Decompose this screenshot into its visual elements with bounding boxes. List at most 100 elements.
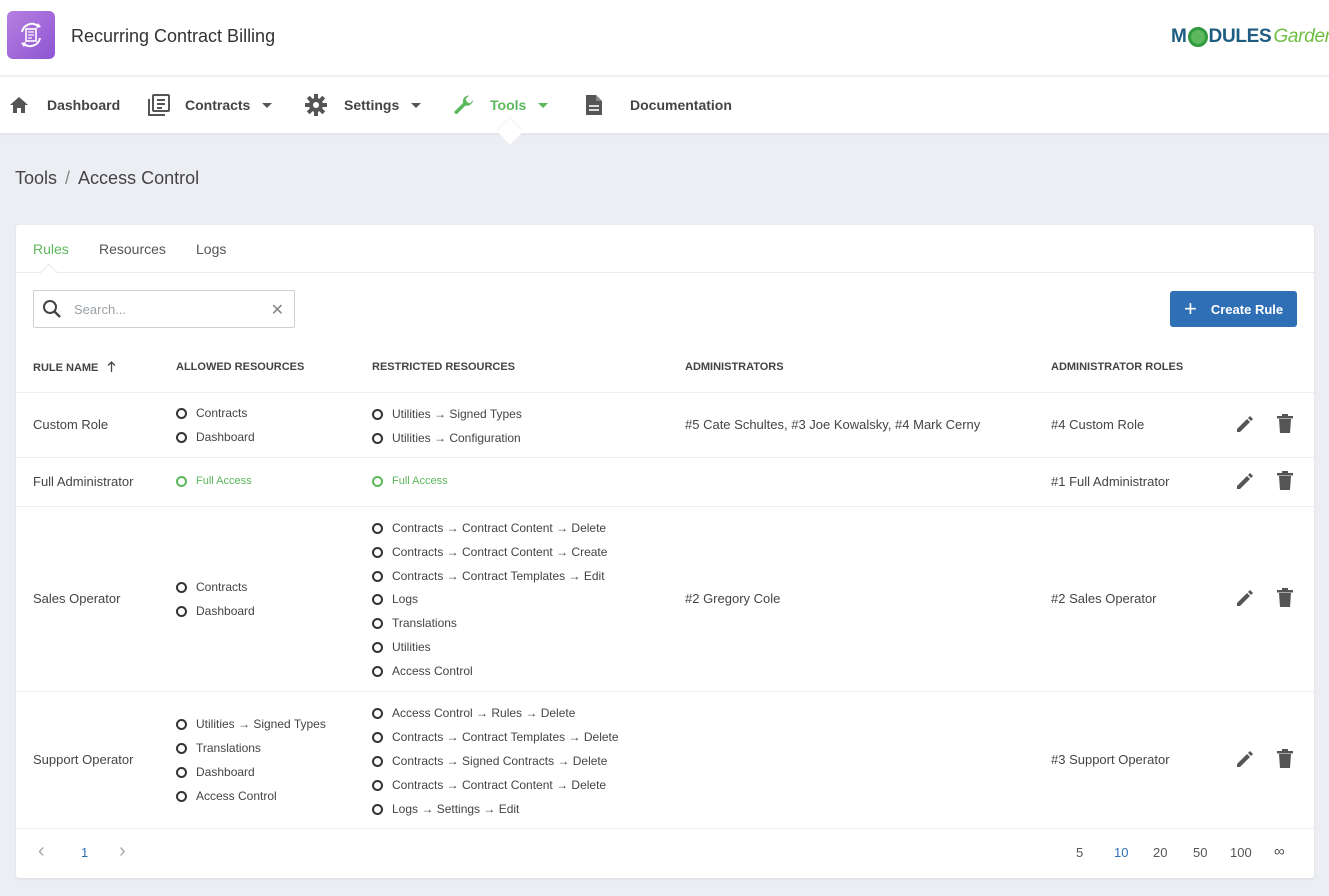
allowed-resource: Contracts	[176, 580, 247, 594]
pagination-next-icon[interactable]: ›	[119, 840, 126, 863]
nav-dashboard[interactable]: Dashboard	[9, 77, 120, 133]
circle-icon	[372, 755, 383, 767]
modulesgarden-logo[interactable]: M DULES Garden	[1171, 24, 1329, 50]
circle-icon	[176, 766, 187, 778]
nav-documentation[interactable]: Documentation	[585, 77, 732, 133]
restricted-resource-label: Contracts → Contract Content → Create	[392, 545, 608, 559]
circle-icon	[176, 581, 187, 593]
pagination-prev-icon[interactable]: ‹	[38, 840, 45, 863]
edit-icon[interactable]	[1235, 749, 1255, 769]
logo-text-dules: DULES	[1208, 26, 1272, 47]
circle-icon	[176, 431, 187, 443]
search-icon	[42, 299, 62, 319]
allowed-resource: Translations	[176, 741, 261, 755]
wrench-icon	[452, 93, 476, 117]
restricted-resource: Utilities → Configuration	[372, 431, 521, 445]
create-rule-label: Create Rule	[1210, 301, 1284, 317]
administrator-role: #2 Sales Operator	[1051, 591, 1157, 606]
restricted-resource: Contracts → Contract Content → Delete	[372, 521, 606, 535]
breadcrumb: Tools / Access Control	[15, 168, 199, 189]
delete-icon[interactable]	[1277, 414, 1293, 433]
chevron-down-icon	[262, 102, 273, 108]
allowed-resource: Dashboard	[176, 430, 255, 444]
page-size-option[interactable]: 5	[1076, 845, 1083, 860]
tab-resources[interactable]: Resources	[99, 241, 166, 257]
nav-contracts[interactable]: Contracts	[148, 77, 273, 133]
edit-icon[interactable]	[1235, 588, 1255, 608]
breadcrumb-parent[interactable]: Tools	[15, 168, 57, 188]
nav-dashboard-label: Dashboard	[47, 97, 121, 113]
clear-search-icon[interactable]: ✕	[271, 300, 284, 320]
rules-card: Rules Resources Logs ✕ + Create Rule RUL…	[16, 225, 1314, 878]
restricted-resource: Access Control	[372, 664, 473, 678]
circle-icon	[372, 779, 383, 791]
circle-icon	[372, 546, 383, 558]
page-size-option[interactable]: 100	[1230, 845, 1252, 860]
nav-settings[interactable]: Settings	[305, 77, 422, 133]
app-logo-icon[interactable]	[7, 11, 55, 59]
column-header-rule-name-label: RULE NAME	[33, 362, 99, 374]
allowed-resource: Contracts	[176, 406, 247, 420]
delete-icon[interactable]	[1277, 471, 1293, 490]
allowed-resource: Full Access	[176, 475, 252, 487]
row-divider	[16, 506, 1314, 507]
column-header-allowed[interactable]: ALLOWED RESOURCES	[176, 361, 304, 373]
restricted-resource-label: Logs	[392, 592, 419, 606]
circle-icon	[372, 617, 383, 629]
pagination-page[interactable]: 1	[81, 845, 88, 860]
row-divider	[16, 691, 1314, 692]
page-size-option[interactable]: ∞	[1274, 843, 1285, 860]
delete-icon[interactable]	[1277, 588, 1293, 607]
column-header-administrators[interactable]: ADMINISTRATORS	[685, 361, 784, 373]
chevron-down-icon	[411, 102, 422, 108]
delete-icon[interactable]	[1277, 749, 1293, 768]
restricted-resource: Contracts → Signed Contracts → Delete	[372, 754, 607, 768]
rule-name: Full Administrator	[33, 474, 134, 489]
tab-logs[interactable]: Logs	[196, 241, 226, 257]
restricted-resource-label: Contracts → Contract Content → Delete	[392, 521, 607, 535]
plus-icon: +	[1184, 296, 1197, 321]
administrators: #2 Gregory Cole	[685, 591, 781, 606]
sort-arrow-up-icon	[107, 361, 116, 372]
top-bar: Recurring Contract Billing M DULES Garde…	[0, 0, 1329, 76]
column-header-admin-roles[interactable]: ADMINISTRATOR ROLES	[1051, 361, 1183, 373]
nav-documentation-label: Documentation	[630, 97, 732, 113]
rule-name: Sales Operator	[33, 591, 121, 606]
restricted-resource-label: Contracts → Contract Templates → Edit	[392, 569, 605, 583]
restricted-resource: Logs → Settings → Edit	[372, 802, 519, 816]
restricted-resource-label: Logs → Settings → Edit	[392, 802, 520, 816]
column-header-restricted[interactable]: RESTRICTED RESOURCES	[372, 361, 515, 373]
allowed-resource: Dashboard	[176, 604, 255, 618]
column-header-rule-name[interactable]: RULE NAME	[33, 361, 116, 374]
edit-icon[interactable]	[1235, 414, 1255, 434]
nav-settings-label: Settings	[344, 97, 400, 113]
allowed-resource-label: Access Control	[196, 789, 277, 803]
administrator-role: #4 Custom Role	[1051, 417, 1145, 432]
nav-tools[interactable]: Tools	[452, 77, 549, 133]
page-size-option[interactable]: 10	[1114, 845, 1128, 860]
circle-icon	[372, 593, 383, 605]
allowed-resource-label: Translations	[196, 741, 261, 755]
page-size-option[interactable]: 50	[1193, 845, 1207, 860]
circle-icon	[372, 665, 383, 677]
restricted-resource-label: Utilities	[392, 640, 431, 654]
create-rule-button[interactable]: + Create Rule	[1170, 291, 1297, 327]
row-divider	[16, 457, 1314, 458]
logo-text-garden: Garden	[1273, 26, 1329, 47]
allowed-resource-label: Dashboard	[196, 765, 255, 779]
circle-icon	[372, 731, 383, 743]
contracts-icon	[148, 94, 170, 116]
page-size-option[interactable]: 20	[1153, 845, 1167, 860]
circle-icon	[176, 407, 187, 419]
circle-icon	[176, 605, 187, 617]
home-icon	[9, 96, 29, 114]
search-input[interactable]	[74, 301, 254, 317]
edit-icon[interactable]	[1235, 471, 1255, 491]
tab-rules[interactable]: Rules	[33, 241, 69, 257]
administrator-role: #1 Full Administrator	[1051, 474, 1170, 489]
allowed-resource: Dashboard	[176, 765, 255, 779]
tabs-bar: Rules Resources Logs	[16, 225, 1314, 273]
chevron-down-icon	[538, 102, 549, 108]
row-divider	[16, 828, 1314, 829]
restricted-resource: Contracts → Contract Content → Create	[372, 545, 607, 559]
